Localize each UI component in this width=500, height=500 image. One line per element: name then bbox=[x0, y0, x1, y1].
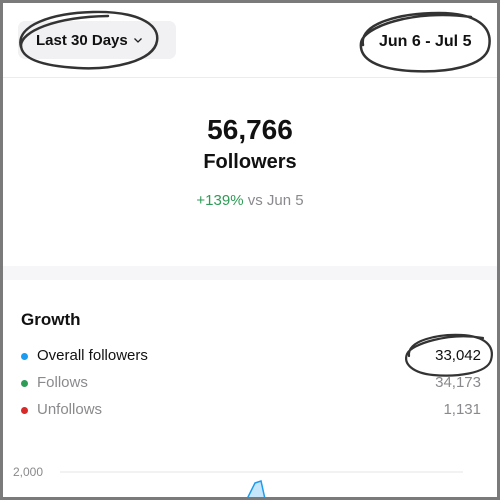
chart-canvas: 2,000 bbox=[13, 465, 463, 497]
followers-count: 56,766 bbox=[207, 114, 293, 145]
row-label: Unfollows bbox=[37, 401, 103, 418]
legend-dot bbox=[21, 380, 28, 387]
legend-dot bbox=[21, 407, 28, 414]
growth-row-unfollows: Unfollows 1,131 bbox=[21, 400, 481, 422]
range-select-label: Last 30 Days bbox=[36, 31, 128, 49]
growth-title: Growth bbox=[21, 310, 81, 329]
change-percent: +139% bbox=[196, 192, 244, 209]
y-tick-label: 2,000 bbox=[13, 465, 43, 479]
growth-row-overall: Overall followers 33,042 bbox=[21, 346, 481, 368]
chart-series-peak bbox=[247, 480, 266, 497]
insights-screen: Last 30 Days Jun 6 - Jul 5 56,766 Follow… bbox=[3, 3, 497, 497]
growth-chart: 2,000 bbox=[3, 443, 497, 497]
row-value: 33,042 bbox=[435, 347, 481, 364]
legend-dot bbox=[21, 353, 28, 360]
followers-label: Followers bbox=[203, 151, 297, 173]
date-range-label: Jun 6 - Jul 5 bbox=[379, 33, 472, 50]
row-label: Follows bbox=[37, 374, 88, 391]
followers-summary: 56,766 Followers +139% vs Jun 5 bbox=[3, 77, 497, 267]
growth-section: Growth Overall followers 33,042 Follows … bbox=[3, 280, 497, 430]
row-value: 1,131 bbox=[443, 401, 481, 418]
top-bar: Last 30 Days Jun 6 - Jul 5 bbox=[3, 3, 497, 77]
row-value: 34,173 bbox=[435, 374, 481, 391]
row-label: Overall followers bbox=[37, 347, 148, 364]
growth-row-follows: Follows 34,173 bbox=[21, 373, 481, 395]
date-range-dropdown[interactable]: Last 30 Days bbox=[18, 21, 176, 59]
change-comparison: vs Jun 5 bbox=[247, 192, 304, 209]
chevron-down-icon bbox=[133, 38, 142, 43]
followers-change: +139% vs Jun 5 bbox=[3, 192, 497, 209]
section-divider bbox=[3, 266, 497, 280]
